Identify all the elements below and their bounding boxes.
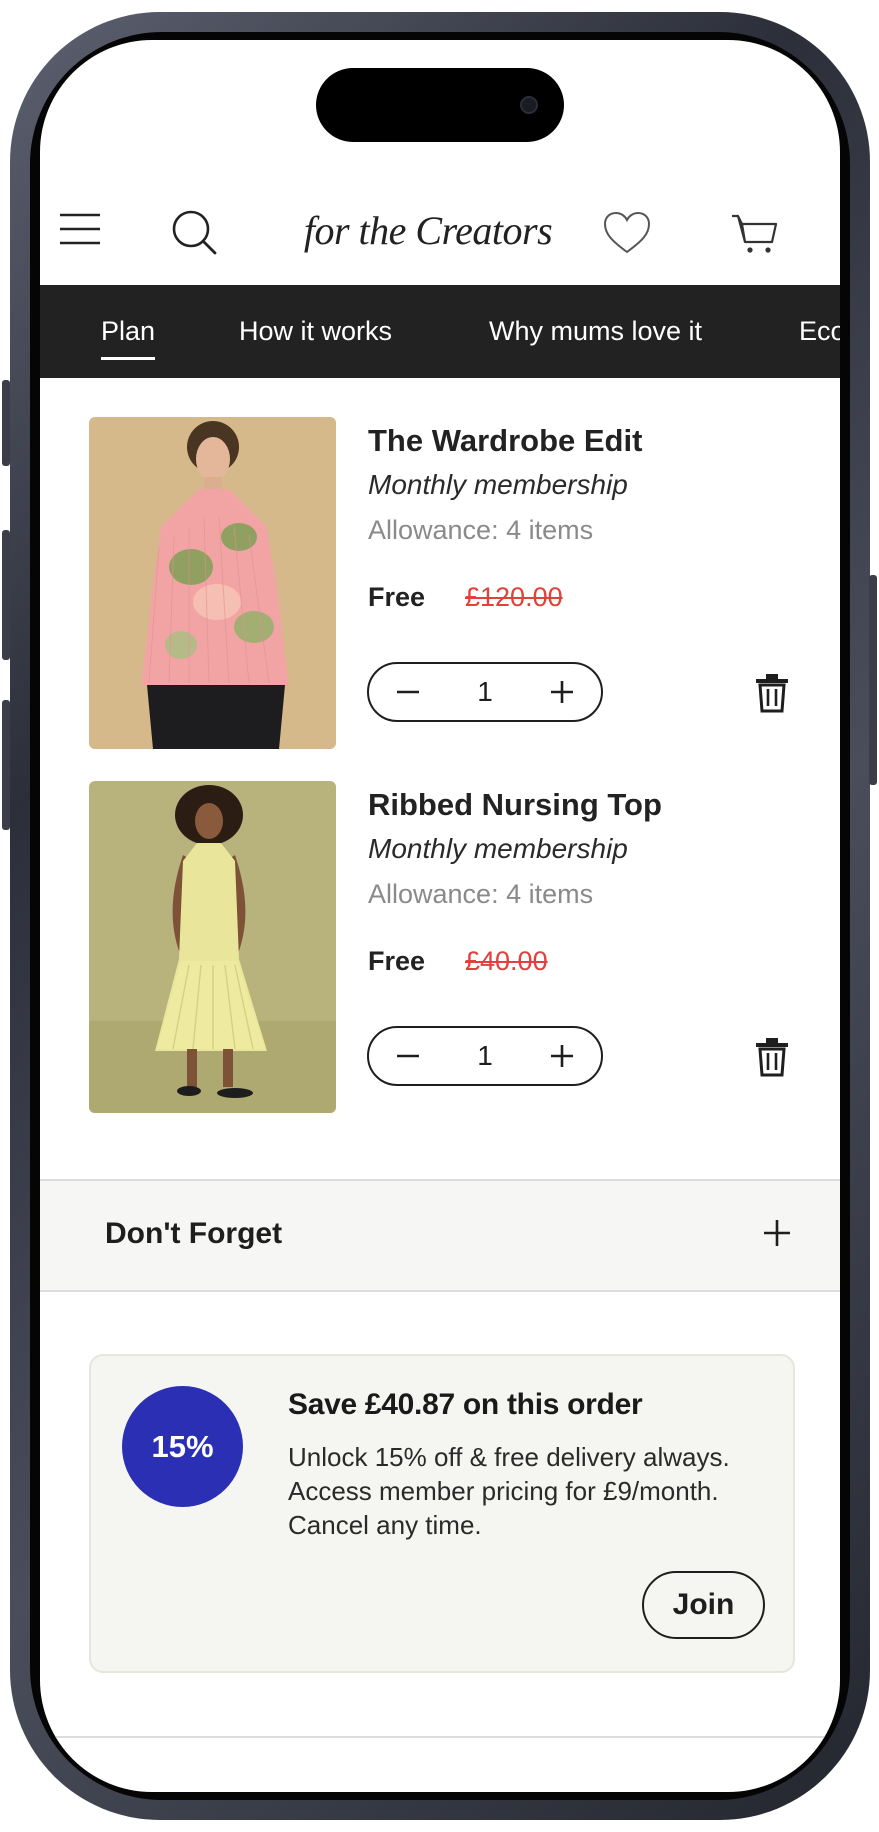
divider (40, 1736, 840, 1738)
cart-icon[interactable] (730, 210, 780, 256)
quantity-stepper: 1 (367, 1026, 603, 1086)
volume-down-button (2, 700, 10, 830)
app-header: for the Creators (40, 170, 840, 285)
dont-forget-accordion[interactable]: Don't Forget (40, 1179, 840, 1292)
brand-logo[interactable]: for the Creators (302, 206, 554, 256)
product-price: Free (368, 582, 426, 612)
heart-icon[interactable] (602, 210, 652, 256)
plus-icon[interactable] (527, 1028, 597, 1084)
product-plan: Monthly membership (368, 833, 628, 864)
quantity-value: 1 (477, 676, 493, 707)
quantity-value: 1 (477, 1040, 493, 1071)
product-name: The Wardrobe Edit (368, 423, 643, 458)
phone-screen: for the Creators Plan How it works Why m… (40, 40, 840, 1792)
search-icon[interactable] (170, 208, 218, 256)
promo-body: Unlock 15% off & free delivery always. A… (288, 1442, 730, 1540)
product-plan: Monthly membership (368, 469, 628, 500)
product-image[interactable] (89, 417, 336, 749)
expand-plus-icon[interactable] (762, 1218, 792, 1248)
product-name: Ribbed Nursing Top (368, 787, 662, 822)
tab-eco[interactable]: Eco (799, 285, 840, 378)
dont-forget-label: Don't Forget (105, 1217, 283, 1250)
product-original-price: £120.00 (465, 582, 563, 612)
power-button (869, 575, 877, 785)
product-image[interactable] (89, 781, 336, 1113)
product-price: Free (368, 946, 426, 976)
category-nav: Plan How it works Why mums love it Eco (40, 285, 840, 378)
promo-title: Save £40.87 on this order (288, 1388, 643, 1421)
product-original-price: £40.00 (465, 946, 548, 976)
minus-icon[interactable] (373, 1028, 443, 1084)
plus-icon[interactable] (527, 664, 597, 720)
product-allowance: Allowance: 4 items (368, 879, 594, 909)
product-allowance: Allowance: 4 items (368, 515, 594, 545)
mute-switch (2, 380, 10, 466)
minus-icon[interactable] (373, 664, 443, 720)
cart-item: Ribbed Nursing Top Monthly membership Al… (40, 781, 840, 1116)
trash-icon[interactable] (754, 673, 790, 713)
menu-icon[interactable] (58, 212, 102, 246)
discount-badge: 15% (122, 1386, 243, 1507)
membership-promo-card: 15% Save £40.87 on this order Unlock 15%… (89, 1354, 795, 1673)
tab-how-it-works[interactable]: How it works (239, 285, 392, 378)
camera-lens (520, 96, 538, 114)
quantity-stepper: 1 (367, 662, 603, 722)
tab-why-mums-love-it[interactable]: Why mums love it (489, 285, 702, 378)
trash-icon[interactable] (754, 1037, 790, 1077)
volume-up-button (2, 530, 10, 660)
dynamic-island (316, 68, 564, 142)
join-button[interactable]: Join (642, 1571, 765, 1639)
tab-plan[interactable]: Plan (101, 285, 156, 378)
cart-item: The Wardrobe Edit Monthly membership All… (40, 417, 840, 752)
